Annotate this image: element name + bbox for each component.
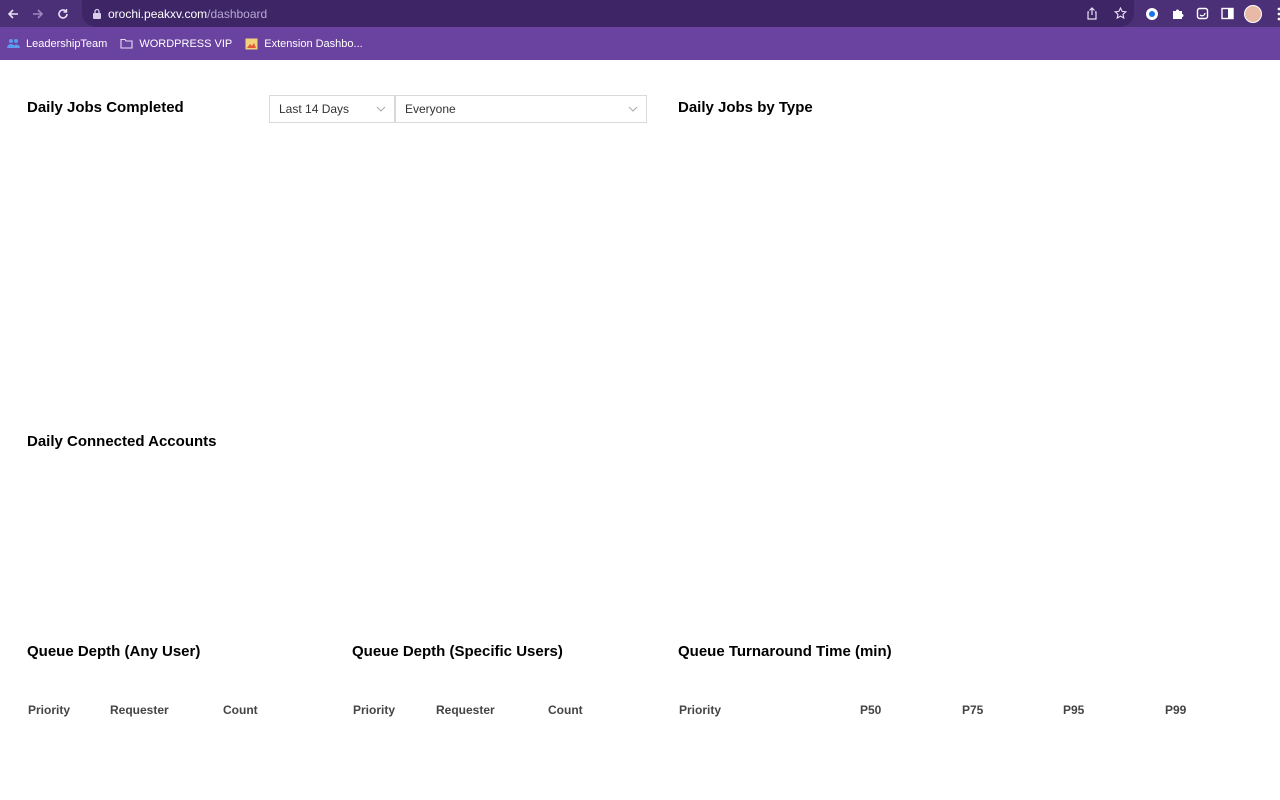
column-header-priority[interactable]: Priority [353, 703, 395, 717]
back-arrow-icon [7, 8, 18, 19]
back-button[interactable] [0, 0, 25, 27]
column-header-p75[interactable]: P75 [962, 703, 983, 717]
column-header-priority[interactable]: Priority [28, 703, 70, 717]
forward-arrow-icon [32, 8, 43, 19]
column-header-p95[interactable]: P95 [1063, 703, 1084, 717]
share-icon[interactable] [1084, 6, 1100, 22]
column-header-p99[interactable]: P99 [1165, 703, 1186, 717]
reload-icon [57, 8, 68, 19]
chevron-down-icon [628, 106, 638, 112]
dashboard: Daily Jobs Completed Last 14 Days Everyo… [0, 60, 1280, 800]
url-text: orochi.peakxv.com/dashboard [108, 7, 267, 21]
date-range-select[interactable]: Last 14 Days [269, 95, 395, 123]
refresh-extension-icon[interactable] [1194, 6, 1210, 22]
profile-avatar[interactable] [1244, 4, 1262, 23]
user-filter-select[interactable]: Everyone [395, 95, 647, 123]
url-path: /dashboard [207, 6, 268, 21]
bookmark-label: LeadershipTeam [26, 37, 108, 50]
column-header-requester[interactable]: Requester [436, 703, 495, 717]
more-menu-icon[interactable] [1271, 6, 1280, 22]
lock-icon [90, 7, 104, 21]
column-header-requester[interactable]: Requester [110, 703, 169, 717]
bookmark-label: WORDPRESS VIP [139, 37, 233, 50]
bookmark-leadershipteam[interactable]: LeadershipTeam [7, 38, 107, 50]
bookmark-extension-dashboard[interactable]: Extension Dashbo... [245, 37, 363, 50]
side-panel-icon[interactable] [1219, 6, 1235, 22]
column-header-count[interactable]: Count [223, 703, 258, 717]
daily-connected-accounts-title: Daily Connected Accounts [27, 433, 217, 450]
folder-icon [120, 38, 133, 50]
date-range-value: Last 14 Days [279, 102, 350, 116]
column-header-count[interactable]: Count [548, 703, 583, 717]
url-domain: orochi.peakxv.com [108, 6, 208, 21]
bookmark-wordpress-vip[interactable]: WORDPRESS VIP [120, 38, 232, 50]
queue-depth-any-title: Queue Depth (Any User) [27, 643, 201, 660]
browser-toolbar: orochi.peakxv.com/dashboard [0, 0, 1280, 27]
extensions-area [1144, 0, 1280, 27]
daily-jobs-by-type-title: Daily Jobs by Type [678, 99, 813, 116]
extension-dashboard-icon [245, 38, 258, 50]
bookmark-star-icon[interactable] [1112, 6, 1128, 22]
queue-turnaround-title: Queue Turnaround Time (min) [678, 643, 892, 660]
column-header-priority[interactable]: Priority [679, 703, 721, 717]
forward-button[interactable] [25, 0, 50, 27]
bookmarks-bar: LeadershipTeam WORDPRESS VIP Extension D… [0, 27, 1280, 60]
people-icon [7, 38, 20, 50]
daily-jobs-completed-title: Daily Jobs Completed [27, 99, 184, 116]
address-bar[interactable]: orochi.peakxv.com/dashboard [82, 0, 1134, 27]
extension-icon[interactable] [1144, 6, 1160, 22]
reload-button[interactable] [50, 0, 75, 27]
puzzle-icon[interactable] [1169, 6, 1185, 22]
column-header-p50[interactable]: P50 [860, 703, 881, 717]
queue-depth-specific-title: Queue Depth (Specific Users) [352, 643, 563, 660]
bookmark-label: Extension Dashbo... [264, 37, 363, 50]
chevron-down-icon [376, 106, 386, 112]
user-filter-value: Everyone [405, 102, 456, 116]
